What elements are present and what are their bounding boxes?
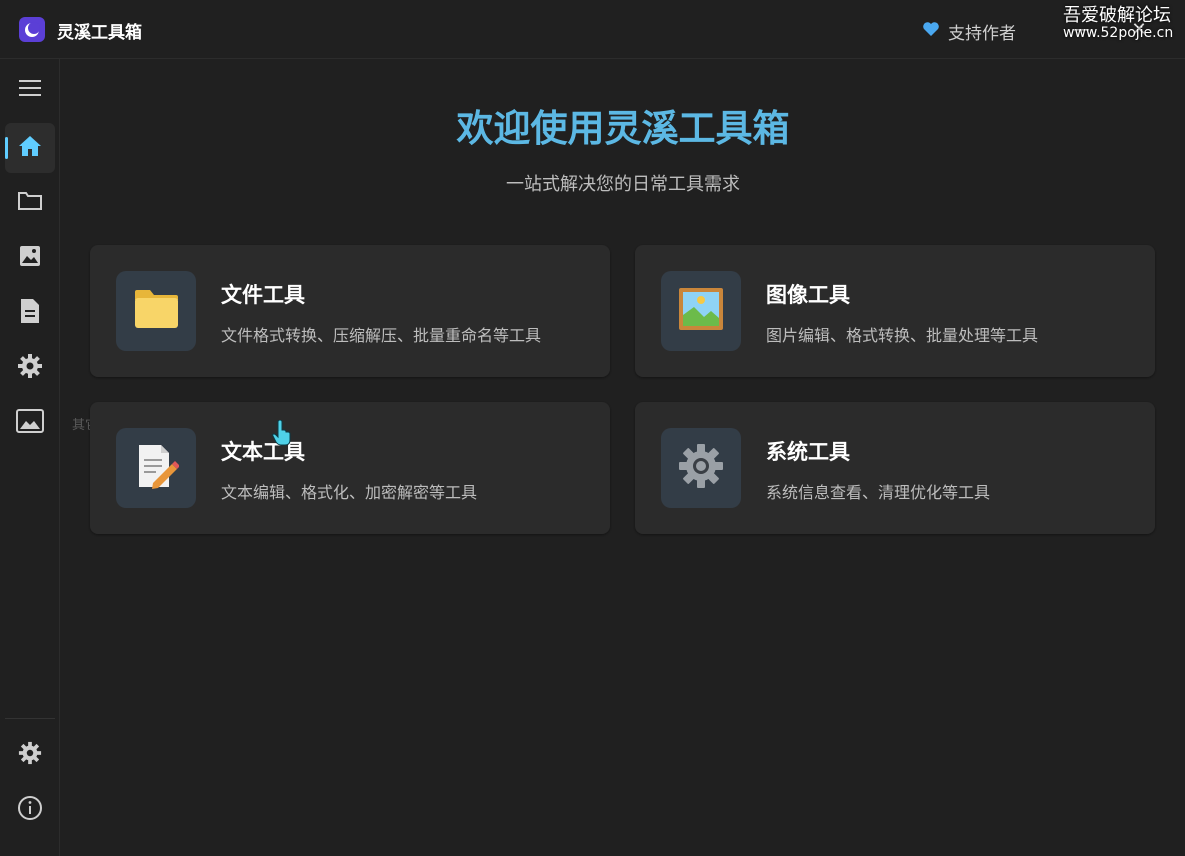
card-icon-container — [116, 428, 196, 508]
app-title: 灵溪工具箱 — [57, 23, 142, 43]
home-icon — [18, 135, 42, 161]
sidebar-item-home[interactable] — [5, 123, 55, 173]
card-title: 文件工具 — [221, 283, 305, 307]
watermark-line-1: 吾爱破解论坛 — [1063, 5, 1171, 26]
title-bar: 灵溪工具箱 支持作者 — ✕ 吾爱破解论坛 www.52pojie.cn — [0, 0, 1185, 59]
watermark-line-2: www.52pojie.cn — [1063, 24, 1174, 41]
card-description: 文件格式转换、压缩解压、批量重命名等工具 — [221, 326, 542, 345]
settings-icon — [18, 741, 42, 769]
card-icon-container — [661, 271, 741, 351]
heart-icon — [922, 21, 940, 42]
image-icon — [18, 244, 42, 272]
app-logo-icon — [19, 17, 45, 42]
hand-cursor-icon — [272, 419, 292, 450]
sidebar-item-files[interactable] — [5, 178, 55, 228]
card-file-tools[interactable]: 文件工具 文件格式转换、压缩解压、批量重命名等工具 — [90, 245, 610, 377]
card-system-tools[interactable]: 系统工具 系统信息查看、清理优化等工具 — [635, 402, 1155, 534]
sidebar-item-settings[interactable] — [5, 730, 55, 780]
support-author-button[interactable]: 支持作者 — [922, 19, 1016, 44]
card-icon-container — [661, 428, 741, 508]
folder-icon — [17, 190, 43, 216]
sidebar-item-other-tools[interactable] — [5, 398, 55, 448]
card-icon-container — [116, 271, 196, 351]
sidebar-item-system[interactable] — [5, 343, 55, 393]
gear-icon — [17, 353, 43, 383]
sidebar-item-about[interactable] — [5, 785, 55, 835]
card-title: 文本工具 — [221, 440, 305, 464]
card-text-tools[interactable]: 文本工具 文本编辑、格式化、加密解密等工具 — [90, 402, 610, 534]
card-description: 图片编辑、格式转换、批量处理等工具 — [766, 326, 1039, 345]
document-icon — [19, 298, 41, 328]
card-description: 系统信息查看、清理优化等工具 — [766, 483, 991, 502]
support-author-label: 支持作者 — [948, 24, 1016, 44]
sidebar-menu-toggle[interactable] — [5, 65, 55, 115]
sidebar — [0, 59, 60, 856]
main-content: 欢迎使用灵溪工具箱 一站式解决您的日常工具需求 文件工具 文件格式转换、压缩解压… — [61, 60, 1185, 856]
framed-picture-icon — [678, 287, 724, 335]
page-title: 欢迎使用灵溪工具箱 — [456, 107, 790, 150]
card-description: 文本编辑、格式化、加密解密等工具 — [221, 483, 478, 502]
sidebar-item-text[interactable] — [5, 288, 55, 338]
hamburger-menu-icon — [18, 78, 42, 102]
gear-icon — [678, 443, 724, 493]
card-title: 图像工具 — [766, 283, 850, 307]
sidebar-item-images[interactable] — [5, 233, 55, 283]
sidebar-divider — [5, 718, 55, 719]
picture-frame-icon — [16, 409, 44, 437]
watermark: 吾爱破解论坛 www.52pojie.cn — [1063, 6, 1173, 41]
info-icon — [17, 795, 43, 825]
card-image-tools[interactable]: 图像工具 图片编辑、格式转换、批量处理等工具 — [635, 245, 1155, 377]
page-subtitle: 一站式解决您的日常工具需求 — [506, 174, 740, 195]
card-title: 系统工具 — [766, 440, 850, 464]
memo-icon — [133, 443, 180, 493]
folder-icon — [132, 288, 180, 334]
